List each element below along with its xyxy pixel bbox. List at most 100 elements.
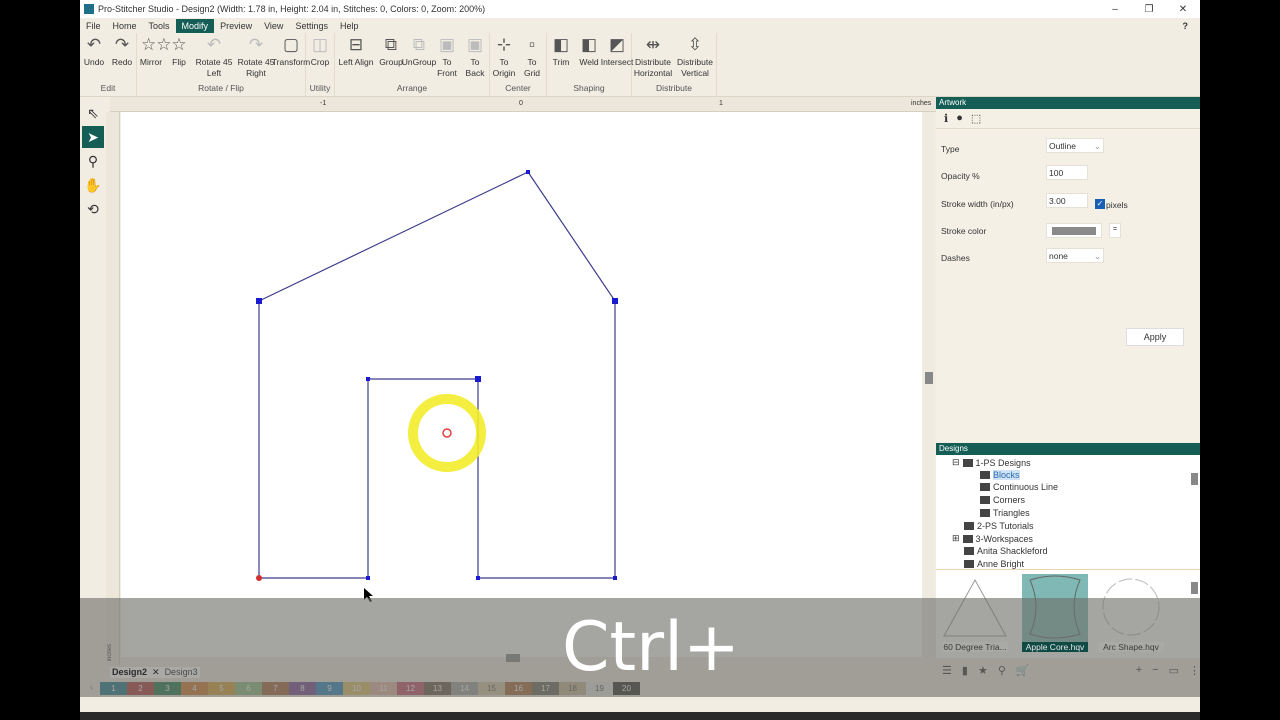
color-swatch[interactable]: 1 bbox=[100, 682, 127, 695]
apply-button[interactable]: Apply bbox=[1126, 328, 1184, 346]
monitor-icon[interactable]: ▭ bbox=[1169, 664, 1179, 680]
menu-settings[interactable]: Settings bbox=[289, 19, 334, 33]
distribute-vertical-button[interactable]: ⇳ Distribute Vertical bbox=[674, 33, 716, 83]
thumbnail-item-selected[interactable]: Apple Core.hqv bbox=[1022, 574, 1088, 652]
opacity-input[interactable]: 100 bbox=[1046, 165, 1088, 180]
redo-button[interactable]: ↷ Redo bbox=[108, 33, 136, 83]
menu-preview[interactable]: Preview bbox=[214, 19, 258, 33]
intersect-button[interactable]: ◩ Intersect bbox=[601, 33, 634, 83]
pointer-tool-icon[interactable]: ⇖ bbox=[82, 102, 104, 124]
page-icon[interactable]: ▮ bbox=[962, 664, 968, 680]
type-select[interactable]: Outline ⌄ bbox=[1046, 138, 1104, 153]
menu-help[interactable]: Help bbox=[334, 19, 365, 33]
to-origin-button[interactable]: ⊹ To Origin bbox=[490, 33, 518, 83]
to-back-button[interactable]: ▣ To Back bbox=[461, 33, 489, 83]
color-swatch[interactable]: 9 bbox=[316, 682, 343, 695]
color-swatch[interactable]: 5 bbox=[208, 682, 235, 695]
tree-folder-item[interactable]: Blocks bbox=[980, 469, 1020, 480]
expand-icon[interactable]: ⊞ bbox=[952, 533, 960, 544]
info-icon[interactable]: ℹ bbox=[944, 112, 948, 125]
trim-button[interactable]: ◧ Trim bbox=[547, 33, 575, 83]
distribute-horizontal-button[interactable]: ⇹ Distribute Horizontal bbox=[632, 33, 674, 83]
ungroup-button[interactable]: ⧉ UnGroup bbox=[402, 33, 437, 83]
tab-design3[interactable]: Design3 bbox=[165, 667, 198, 678]
close-button[interactable]: ✕ bbox=[1166, 4, 1200, 15]
rotate-45-left-button[interactable]: ↶ Rotate 45 Left bbox=[193, 33, 235, 83]
collapse-icon[interactable]: ⊟ bbox=[952, 457, 960, 468]
zoom-tool-icon[interactable]: ⚲ bbox=[82, 150, 104, 172]
tree-folder-item[interactable]: 2-PS Tutorials bbox=[964, 521, 1034, 531]
menu-tools[interactable]: Tools bbox=[143, 19, 176, 33]
flip-button[interactable]: ☆ Flip bbox=[165, 33, 193, 83]
color-swatch[interactable]: 11 bbox=[370, 682, 397, 695]
dashes-select[interactable]: none ⌄ bbox=[1046, 248, 1104, 263]
color-swatch[interactable]: 4 bbox=[181, 682, 208, 695]
close-tab-icon[interactable]: ✕ bbox=[152, 667, 160, 678]
color-swatch[interactable]: 10 bbox=[343, 682, 370, 695]
color-swatch[interactable]: 15 bbox=[478, 682, 505, 695]
color-swatch[interactable]: 6 bbox=[235, 682, 262, 695]
color-swatch[interactable]: 13 bbox=[424, 682, 451, 695]
to-front-button[interactable]: ▣ To Front bbox=[433, 33, 461, 83]
pan-hand-icon[interactable]: ✋ bbox=[82, 174, 104, 196]
tree-folder-item[interactable]: Anne Bright bbox=[964, 559, 1024, 569]
transform-button[interactable]: ▢ Transform bbox=[272, 33, 310, 83]
tree-folder-item[interactable]: Corners bbox=[980, 495, 1025, 505]
rotate-tool-icon[interactable]: ⟲ bbox=[82, 198, 104, 220]
palette-scroll-left-icon[interactable]: ‹ bbox=[90, 682, 100, 695]
tree-folder-item[interactable]: ⊞ 3-Workspaces bbox=[952, 533, 1033, 544]
star-icon[interactable]: ★ bbox=[978, 664, 988, 680]
menu-modify[interactable]: Modify bbox=[175, 18, 215, 33]
vertical-scrollbar[interactable] bbox=[923, 112, 935, 657]
menu-file[interactable]: File bbox=[80, 19, 107, 33]
rotate-45-right-button[interactable]: ↷ Rotate 45 Right bbox=[235, 33, 277, 83]
cart-icon[interactable]: 🛒 bbox=[1016, 664, 1030, 680]
crop-button[interactable]: ◫ Crop bbox=[306, 33, 334, 83]
bounding-box-icon[interactable]: ⬚ bbox=[971, 112, 981, 125]
menu-view[interactable]: View bbox=[258, 19, 289, 33]
add-icon[interactable]: + bbox=[1136, 664, 1142, 680]
color-swatch[interactable]: 2 bbox=[127, 682, 154, 695]
tree-folder-item[interactable]: Continuous Line bbox=[980, 482, 1058, 492]
help-icon[interactable]: ? bbox=[1177, 19, 1195, 33]
color-swatch[interactable]: 7 bbox=[262, 682, 289, 695]
color-swatch[interactable]: 17 bbox=[532, 682, 559, 695]
color-swatch[interactable]: 14 bbox=[451, 682, 478, 695]
tab-design2[interactable]: Design2 bbox=[112, 667, 147, 678]
folder-icon bbox=[980, 470, 990, 479]
color-swatch[interactable]: 16 bbox=[505, 682, 532, 695]
horizontal-scrollbar-thumb[interactable] bbox=[506, 654, 520, 662]
tree-folder-item[interactable]: Triangles bbox=[980, 508, 1030, 518]
thumbnail-item[interactable]: 60 Degree Tria... bbox=[942, 574, 1008, 652]
design-canvas[interactable] bbox=[121, 112, 922, 657]
location-pin-icon[interactable]: ⚲ bbox=[998, 664, 1006, 680]
house-outline-shape[interactable] bbox=[258, 171, 616, 579]
minimize-button[interactable]: – bbox=[1098, 4, 1132, 15]
list-icon[interactable]: ☰ bbox=[942, 664, 952, 680]
fill-icon[interactable]: ● bbox=[956, 112, 963, 125]
undo-button[interactable]: ↶ Undo bbox=[80, 33, 108, 83]
color-swatch[interactable]: 12 bbox=[397, 682, 424, 695]
menu-home[interactable]: Home bbox=[107, 19, 143, 33]
stroke-color-swatch[interactable] bbox=[1046, 223, 1102, 238]
thumbnail-item[interactable]: Arc Shape.hqv bbox=[1098, 574, 1164, 652]
left-align-button[interactable]: ⊟ Left Align bbox=[335, 33, 377, 83]
thumbnails-scrollbar[interactable] bbox=[1191, 582, 1198, 594]
mirror-button[interactable]: ☆☆ Mirror bbox=[137, 33, 172, 83]
color-swatch[interactable]: 3 bbox=[154, 682, 181, 695]
tree-folder-item[interactable]: ⊟ 1-PS Designs bbox=[952, 457, 1031, 468]
more-icon[interactable]: ⋮ bbox=[1189, 664, 1200, 680]
stroke-width-input[interactable]: 3.00 bbox=[1046, 193, 1088, 208]
shape-nodes[interactable] bbox=[256, 170, 618, 580]
color-picker-button[interactable]: = bbox=[1109, 223, 1121, 238]
pixels-checkbox[interactable]: ✓ bbox=[1095, 199, 1105, 209]
node-select-tool-icon[interactable]: ➤ bbox=[82, 126, 104, 148]
color-swatch[interactable]: 8 bbox=[289, 682, 316, 695]
to-grid-button[interactable]: ▫ To Grid bbox=[518, 33, 546, 83]
tree-scrollbar[interactable] bbox=[1191, 473, 1198, 485]
start-node[interactable] bbox=[256, 575, 262, 581]
remove-icon[interactable]: − bbox=[1152, 664, 1158, 680]
weld-button[interactable]: ◧ Weld bbox=[575, 33, 603, 83]
maximize-button[interactable]: ❐ bbox=[1132, 4, 1166, 15]
tree-folder-item[interactable]: Anita Shackleford bbox=[964, 546, 1048, 556]
